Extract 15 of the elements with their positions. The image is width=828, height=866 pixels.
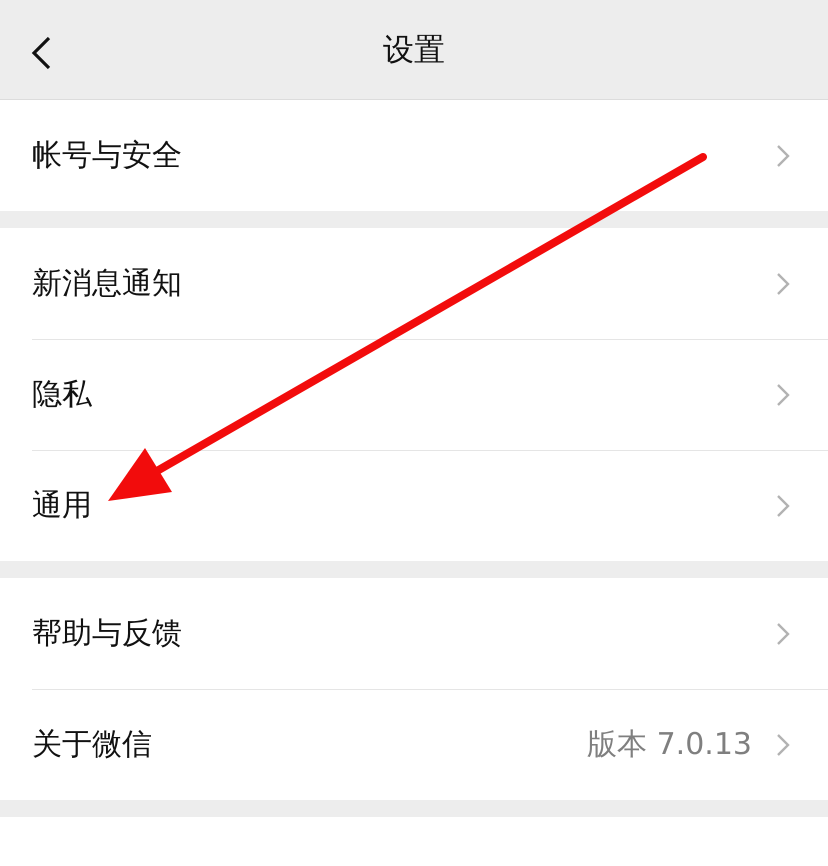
chevron-icon (776, 622, 790, 646)
chevron-icon (776, 494, 790, 518)
item-label: 帐号与安全 (32, 137, 183, 175)
item-label: 新消息通知 (32, 265, 183, 303)
version-text: 版本 7.0.13 (587, 726, 752, 764)
back-icon[interactable] (30, 36, 52, 70)
chevron-icon (776, 732, 790, 756)
item-label: 帮助与反馈 (32, 615, 183, 653)
chevron-icon (776, 382, 790, 406)
chevron-icon (776, 144, 790, 168)
page-title: 设置 (383, 30, 445, 70)
chevron-icon (776, 272, 790, 296)
item-label: 隐私 (32, 376, 93, 414)
item-label: 关于微信 (32, 726, 153, 764)
item-label: 通用 (32, 487, 93, 525)
